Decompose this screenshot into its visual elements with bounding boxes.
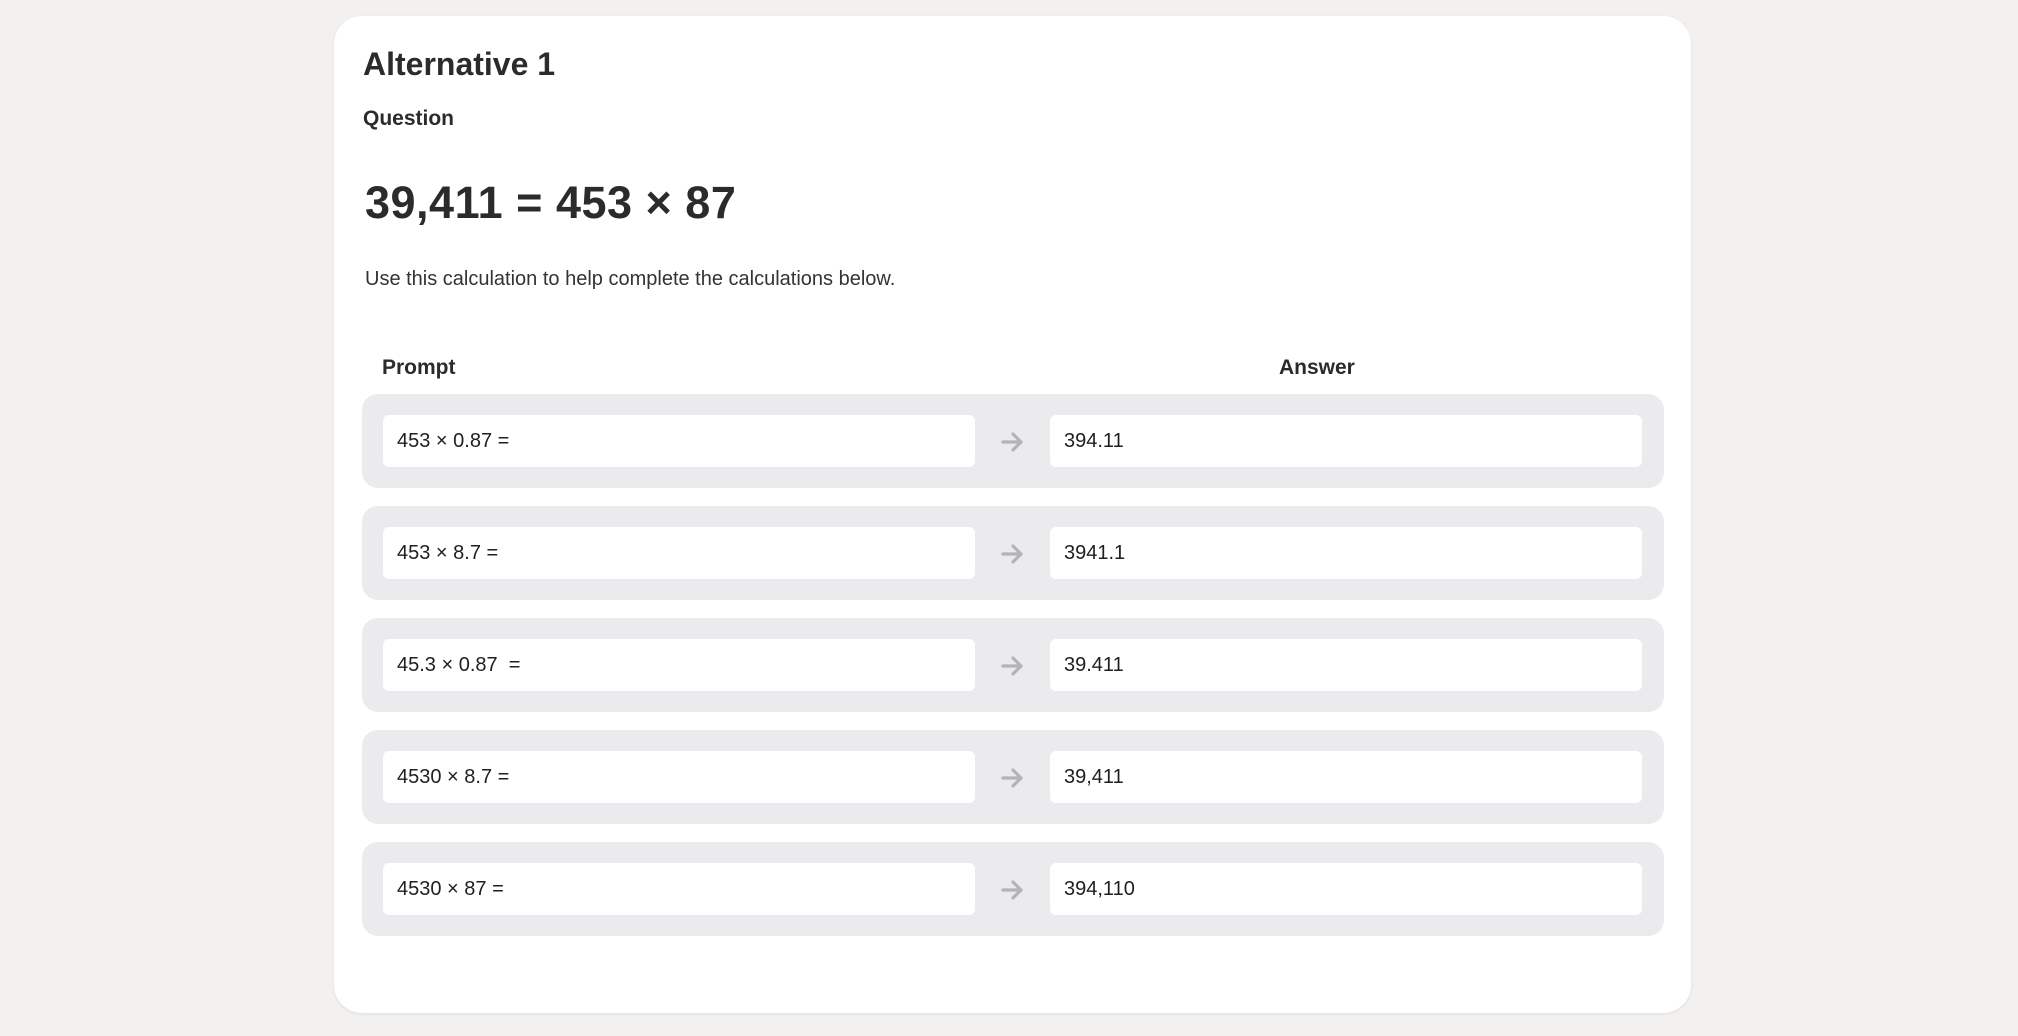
arrow-right-icon [1001, 432, 1023, 452]
page-title: Alternative 1 [363, 46, 556, 82]
prompt-box: 453 × 0.87 = [383, 415, 975, 467]
prompt-box: 4530 × 87 = [383, 863, 975, 915]
instruction-text: Use this calculation to help complete th… [365, 268, 896, 290]
match-row: 453 × 8.7 = 3941.1 [362, 506, 1664, 600]
question-card: Alternative 1 Question 39,411 = 453 × 87… [334, 16, 1691, 1013]
question-equation: 39,411 = 453 × 87 [365, 177, 737, 228]
match-row: 453 × 0.87 = 394.11 [362, 394, 1664, 488]
section-label: Question [363, 107, 455, 130]
answer-box[interactable]: 3941.1 [1050, 527, 1642, 579]
answer-box[interactable]: 394,110 [1050, 863, 1642, 915]
prompt-box: 45.3 × 0.87 = [383, 639, 975, 691]
answer-column-header: Answer [1279, 356, 1355, 379]
match-row: 4530 × 8.7 = 39,411 [362, 730, 1664, 824]
arrow-right-icon [1001, 880, 1023, 900]
match-rows: 453 × 0.87 = 394.11 453 × 8.7 = 3941.1 4… [362, 394, 1664, 954]
match-row: 4530 × 87 = 394,110 [362, 842, 1664, 936]
prompt-column-header: Prompt [382, 356, 456, 379]
match-row: 45.3 × 0.87 = 39.411 [362, 618, 1664, 712]
arrow-right-icon [1001, 656, 1023, 676]
answer-box[interactable]: 39,411 [1050, 751, 1642, 803]
prompt-box: 4530 × 8.7 = [383, 751, 975, 803]
prompt-box: 453 × 8.7 = [383, 527, 975, 579]
answer-box[interactable]: 394.11 [1050, 415, 1642, 467]
answer-box[interactable]: 39.411 [1050, 639, 1642, 691]
arrow-right-icon [1001, 544, 1023, 564]
arrow-right-icon [1001, 768, 1023, 788]
